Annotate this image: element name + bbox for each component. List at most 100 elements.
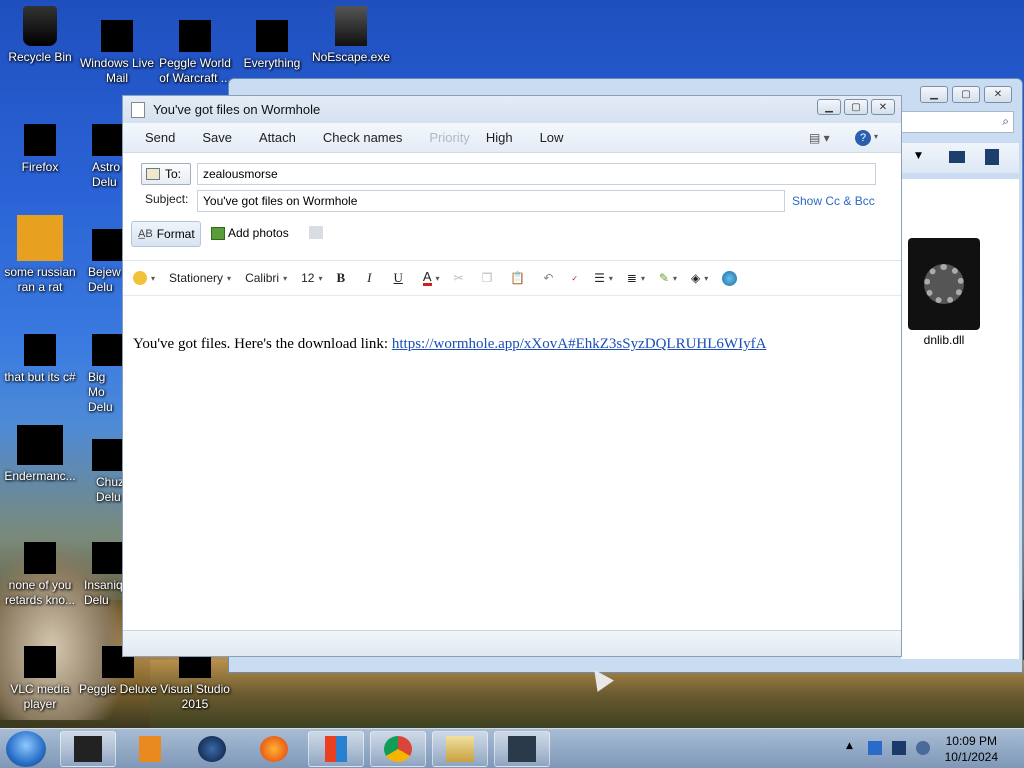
download-link[interactable]: https://wormhole.app/xXovA#EhkZ3sSyzDQLR…: [392, 336, 767, 352]
icon-label: Firefox: [21, 160, 59, 174]
file-label: dnlib.dll: [923, 333, 965, 347]
icon-label: Astro Delu: [92, 160, 121, 189]
maximize-button[interactable]: ▢: [844, 99, 868, 115]
desktop-icon-endermanch[interactable]: Endermanc...: [0, 425, 80, 484]
desktop-icon-astro[interactable]: Astro Delu: [78, 110, 122, 190]
globe-icon: [722, 270, 738, 286]
network-icon[interactable]: [892, 741, 906, 755]
minimize-button[interactable]: ▁: [817, 99, 841, 115]
explorer-toolbar: ▼: [899, 143, 1019, 173]
taskbar-app-globe[interactable]: [184, 731, 240, 767]
show-cc-bcc-link[interactable]: Show Cc & Bcc: [792, 194, 875, 208]
paragraph-button[interactable]: ≣ ▾: [627, 271, 645, 285]
search-icon: ⌕: [1002, 114, 1009, 128]
desktop-icon-bejeweled[interactable]: Bejew Delu: [78, 215, 122, 295]
compose-mail-window[interactable]: You've got files on Wormhole ▁ ▢ ✕ Send …: [122, 95, 902, 657]
font-color-button[interactable]: A ▾: [422, 268, 440, 286]
save-button[interactable]: Save: [202, 130, 232, 145]
to-label: To:: [165, 167, 182, 181]
help-pane-icon[interactable]: [985, 149, 999, 165]
to-button[interactable]: To:: [141, 163, 191, 185]
web-link-button[interactable]: [722, 270, 738, 286]
desktop-icon-big-money[interactable]: Big Mo Delu: [78, 320, 122, 415]
desktop-icon-insaniquarium[interactable]: Insaniq Delu: [78, 528, 122, 608]
taskbar-app-window[interactable]: [494, 731, 550, 767]
window-icon: [508, 736, 536, 762]
dll-file-icon[interactable]: [908, 238, 980, 330]
close-button[interactable]: ✕: [984, 86, 1012, 103]
desktop-icon-everything[interactable]: Everything: [232, 6, 312, 71]
window-title: You've got files on Wormhole: [153, 102, 321, 117]
clock[interactable]: 10:09 PM 10/1/2024: [945, 733, 998, 765]
desktop-icon-chuzzle[interactable]: Chuz Delu: [78, 425, 122, 505]
add-photos-button[interactable]: Add photos: [211, 226, 289, 240]
taskbar-chrome[interactable]: [370, 731, 426, 767]
close-button[interactable]: ✕: [871, 99, 895, 115]
font-color-icon: A: [422, 268, 432, 286]
help-dropdown-icon[interactable]: ▾: [874, 132, 878, 141]
bold-button[interactable]: B: [336, 270, 345, 286]
desktop-icon-none-of-you[interactable]: none of you retards kno...: [0, 528, 80, 608]
to-field[interactable]: zealousmorse: [197, 163, 876, 185]
status-bar: [123, 630, 901, 656]
stationery-dropdown[interactable]: Stationery ▾: [169, 271, 231, 285]
attach-button[interactable]: Attach: [259, 130, 296, 145]
photo-album-icon: [309, 226, 323, 239]
taskbar-app-media[interactable]: [122, 731, 178, 767]
tray-expand-icon[interactable]: ▲: [846, 741, 860, 755]
taskbar-app-office[interactable]: [308, 731, 364, 767]
priority-high-button[interactable]: High: [486, 130, 513, 145]
menu-icon[interactable]: ▤ ▾: [809, 131, 830, 145]
maximize-button[interactable]: ▢: [952, 86, 980, 103]
icon-label: Recycle Bin: [8, 50, 72, 64]
priority-low-button[interactable]: Low: [540, 130, 564, 145]
message-body[interactable]: You've got files. Here's the download li…: [123, 296, 901, 631]
taskbar-windows-live-mail[interactable]: [432, 731, 488, 767]
copy-button[interactable]: ❐: [482, 271, 493, 285]
taskbar-firefox[interactable]: [246, 731, 302, 767]
undo-button[interactable]: ↶: [543, 271, 553, 285]
emoticon-button[interactable]: ▾: [133, 271, 155, 285]
desktop-icon-noescape[interactable]: NoEscape.exe: [311, 6, 391, 65]
tray-app-icon[interactable]: [868, 741, 882, 755]
link-button[interactable]: ◈ ▾: [691, 271, 708, 285]
desktop-icon-windows-live-mail[interactable]: Windows Live Mail: [77, 6, 157, 86]
explorer-search-input[interactable]: ⌕: [899, 111, 1014, 133]
font-family-dropdown[interactable]: Calibri ▾: [245, 271, 287, 285]
document-icon: [131, 101, 145, 118]
taskbar-app-1[interactable]: [60, 731, 116, 767]
desktop-icon-csharp[interactable]: that but its c#: [0, 320, 80, 385]
mail-app-icon: [446, 736, 474, 762]
preview-pane-icon[interactable]: [949, 151, 965, 163]
subject-field[interactable]: You've got files on Wormhole: [197, 190, 785, 212]
minimize-button[interactable]: ▁: [920, 86, 948, 103]
everything-icon: [256, 20, 288, 52]
highlight-button[interactable]: ✎ ▾: [659, 271, 677, 285]
desktop-icon-russian-rat[interactable]: some russian ran a rat: [0, 215, 80, 295]
help-icon[interactable]: ?: [855, 130, 871, 146]
spelling-button[interactable]: ✓: [571, 274, 578, 283]
desktop-icon-recycle-bin[interactable]: Recycle Bin: [0, 6, 80, 65]
volume-icon[interactable]: [916, 741, 930, 755]
app-icon: [17, 215, 63, 261]
check-names-button[interactable]: Check names: [323, 130, 402, 145]
cut-button[interactable]: ✂: [454, 271, 464, 285]
icon-label: Peggle World of Warcraft ...: [159, 56, 231, 85]
view-dropdown-icon[interactable]: ▼: [915, 151, 922, 161]
underline-button[interactable]: U: [393, 270, 402, 286]
icon-label: Everything: [243, 56, 301, 70]
start-button[interactable]: [6, 731, 46, 767]
desktop-icon-vlc[interactable]: VLC media player: [0, 632, 80, 712]
font-size-dropdown[interactable]: 12 ▾: [301, 271, 322, 285]
paste-button[interactable]: 📋: [510, 271, 525, 285]
formatting-toolbar: ▾ Stationery ▾ Calibri ▾ 12 ▾ B I U A ▾ ✂ ❐ …: [123, 261, 901, 296]
italic-button[interactable]: I: [367, 270, 371, 286]
desktop-icon-firefox[interactable]: Firefox: [0, 110, 80, 175]
send-button[interactable]: Send: [145, 130, 175, 145]
list-button[interactable]: ☰ ▾: [594, 271, 613, 285]
gear-icon: [924, 264, 964, 304]
format-button[interactable]: A̲B Format: [131, 221, 201, 247]
desktop-icon-peggle-wow[interactable]: Peggle World of Warcraft ...: [155, 6, 235, 86]
photo-album-button: [309, 226, 323, 239]
icon-label: Peggle Deluxe: [78, 682, 158, 696]
